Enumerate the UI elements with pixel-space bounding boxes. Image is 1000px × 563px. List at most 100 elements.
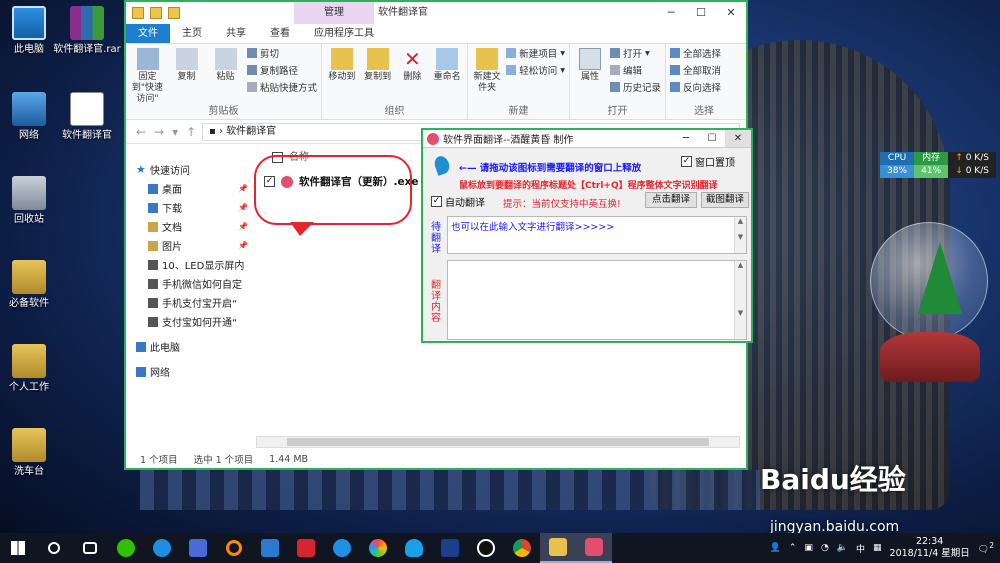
- rename-button[interactable]: 重命名: [431, 46, 463, 105]
- result-text-area[interactable]: ▲ ▼: [447, 260, 747, 340]
- history-button[interactable]: 历史记录: [609, 80, 661, 94]
- copy-path-button[interactable]: 复制路径: [247, 63, 317, 77]
- nav-item-recent-1[interactable]: 10、LED显示屏内: [126, 255, 252, 274]
- desktop-icon-essentials[interactable]: 必备软件: [0, 260, 64, 310]
- nav-item-documents[interactable]: 文档 📌: [126, 217, 252, 236]
- nav-item-recent-4[interactable]: 支付宝如何开通“: [126, 312, 252, 331]
- always-on-top-checkbox[interactable]: ✓ 窗口置顶: [681, 154, 735, 169]
- tab-app-tools[interactable]: 应用程序工具: [302, 24, 386, 43]
- delete-button[interactable]: ✕ 删除: [398, 46, 428, 105]
- select-none-button[interactable]: 全部取消: [670, 63, 721, 77]
- nav-arrows[interactable]: ←→▾↑: [126, 125, 202, 139]
- taskbar-translator[interactable]: [576, 533, 612, 563]
- vertical-scrollbar[interactable]: ▲ ▼: [734, 261, 746, 339]
- tray-app-icon[interactable]: ▣: [804, 543, 813, 553]
- nav-item-pictures[interactable]: 图片 📌: [126, 236, 252, 255]
- status-selected: 选中 1 个项目: [193, 455, 254, 466]
- auto-translate-checkbox[interactable]: ✓ 自动翻译: [431, 194, 485, 209]
- copy-to-button[interactable]: 复制到: [362, 46, 394, 105]
- taskbar-grid-app[interactable]: [252, 533, 288, 563]
- context-tab-manage[interactable]: 管理: [294, 2, 374, 24]
- chevron-up-icon[interactable]: ⌃: [789, 543, 797, 553]
- properties-icon[interactable]: [150, 7, 162, 19]
- taskbar-orange-app[interactable]: [216, 533, 252, 563]
- move-to-button[interactable]: 移动到: [326, 46, 358, 105]
- wifi-icon[interactable]: ◔: [821, 543, 829, 553]
- invert-selection-button[interactable]: 反向选择: [670, 80, 721, 94]
- checkbox[interactable]: ✓: [431, 196, 442, 207]
- quick-access-toolbar: [126, 7, 180, 19]
- start-button[interactable]: [0, 533, 36, 563]
- taskbar-clock[interactable]: 22:34 2018/11/4 星期日: [890, 536, 970, 560]
- desktop-icon-translator[interactable]: 软件翻译官: [52, 92, 122, 142]
- explorer-titlebar[interactable]: 管理 软件翻译官 ─ ☐ ✕: [126, 2, 746, 24]
- taskbar-fold-app[interactable]: [180, 533, 216, 563]
- close-button[interactable]: ✕: [716, 2, 746, 24]
- desktop-icon-rar[interactable]: 软件翻译官.rar: [52, 6, 122, 56]
- system-tray: 👤 ⌃ ▣ ◔ 🔈 中 ▦ 22:34 2018/11/4 星期日 🗨2: [770, 533, 1000, 563]
- nav-quick-access[interactable]: ★ 快速访问: [126, 160, 252, 179]
- source-text-input[interactable]: 也可以在此输入文字进行翻译>>>>> ▲ ▼: [447, 216, 747, 254]
- maximize-button[interactable]: ☐: [699, 130, 725, 147]
- tab-view[interactable]: 查看: [258, 24, 302, 43]
- tab-share[interactable]: 共享: [214, 24, 258, 43]
- nav-this-pc[interactable]: 此电脑: [126, 337, 252, 356]
- nav-item-desktop[interactable]: 桌面 📌: [126, 179, 252, 198]
- folder-icon[interactable]: [132, 7, 144, 19]
- people-icon[interactable]: 👤: [770, 543, 781, 553]
- nav-item-downloads[interactable]: 下载 📌: [126, 198, 252, 217]
- scroll-thumb[interactable]: [287, 438, 709, 446]
- paste-shortcut-button[interactable]: 粘贴快捷方式: [247, 80, 317, 94]
- taskbar-qq-app[interactable]: [396, 533, 432, 563]
- task-view-button[interactable]: [72, 533, 108, 563]
- minimize-button[interactable]: ─: [673, 130, 699, 147]
- nav-network[interactable]: 网络: [126, 362, 252, 381]
- taskbar-k-app[interactable]: [144, 533, 180, 563]
- pin-quick-access-button[interactable]: 固定到"快速访问": [130, 46, 165, 105]
- click-translate-button[interactable]: 点击翻译: [645, 192, 697, 208]
- taskbar-wechat[interactable]: [108, 533, 144, 563]
- maximize-button[interactable]: ☐: [686, 2, 716, 24]
- new-item-button[interactable]: 新建项目 ▾: [506, 46, 565, 60]
- taskbar-ie[interactable]: [324, 533, 360, 563]
- vertical-scrollbar[interactable]: ▲ ▼: [734, 217, 746, 253]
- taskbar-it-app[interactable]: [288, 533, 324, 563]
- security-icon[interactable]: ▦: [873, 543, 882, 553]
- desktop-icon-carwash[interactable]: 洗车台: [0, 428, 64, 478]
- translator-window[interactable]: 软件界面翻译--酒醒黄昏 制作 ─ ☐ ✕ ✓ 窗口置顶 ←— 请拖动该图标到需…: [421, 128, 753, 343]
- tab-file[interactable]: 文件: [126, 24, 170, 43]
- easy-access-button[interactable]: 轻松访问 ▾: [506, 63, 565, 77]
- nav-item-recent-2[interactable]: 手机微信如何自定: [126, 274, 252, 293]
- minimize-button[interactable]: ─: [656, 2, 686, 24]
- folder-icon: [148, 297, 158, 308]
- volume-icon[interactable]: 🔈: [837, 543, 848, 553]
- open-button[interactable]: 打开 ▾: [609, 46, 661, 60]
- notification-button[interactable]: 🗨2: [978, 541, 994, 555]
- taskbar-color-app[interactable]: [360, 533, 396, 563]
- close-button[interactable]: ✕: [725, 130, 751, 147]
- ime-indicator[interactable]: 中: [856, 542, 865, 555]
- edit-button[interactable]: 编辑: [609, 63, 661, 77]
- nav-item-recent-3[interactable]: 手机支付宝开启“: [126, 293, 252, 312]
- paste-button[interactable]: 粘贴: [208, 46, 243, 105]
- taskbar-chrome[interactable]: [504, 533, 540, 563]
- copy-button[interactable]: 复制: [169, 46, 204, 105]
- cut-button[interactable]: 剪切: [247, 46, 317, 60]
- search-button[interactable]: [36, 533, 72, 563]
- new-folder-button[interactable]: 新建文件夹: [472, 46, 502, 105]
- taskbar-explorer[interactable]: [540, 533, 576, 563]
- properties-button[interactable]: 属性: [574, 46, 606, 105]
- pin-icon: 📌: [238, 203, 248, 212]
- desktop-icon-recycle-bin[interactable]: 回收站: [0, 176, 64, 226]
- horizontal-scrollbar[interactable]: [256, 436, 740, 448]
- screenshot-translate-button[interactable]: 截图翻译: [701, 192, 749, 208]
- checkbox[interactable]: ✓: [681, 156, 692, 167]
- new-folder-icon[interactable]: [168, 7, 180, 19]
- select-all-button[interactable]: 全部选择: [670, 46, 721, 60]
- desktop-icon-personal[interactable]: 个人工作: [0, 344, 64, 394]
- drag-target-icon[interactable]: [432, 154, 452, 176]
- translator-titlebar[interactable]: 软件界面翻译--酒醒黄昏 制作 ─ ☐ ✕: [423, 130, 751, 148]
- taskbar-qq[interactable]: [468, 533, 504, 563]
- tab-home[interactable]: 主页: [170, 24, 214, 43]
- taskbar-star-app[interactable]: [432, 533, 468, 563]
